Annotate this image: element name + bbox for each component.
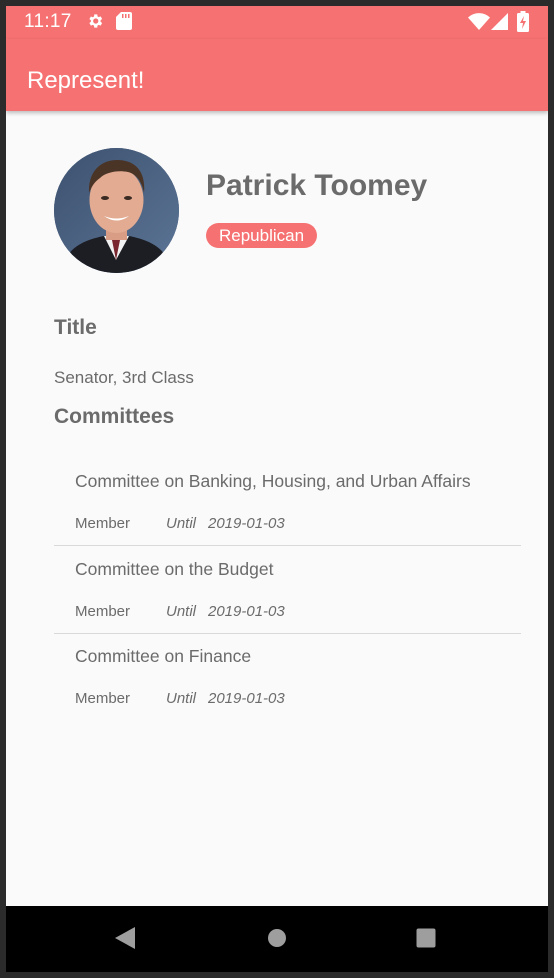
status-bar: 11:17 [6,6,548,39]
title-value: Senator, 3rd Class [54,368,194,387]
battery-charging-icon [517,11,529,37]
committee-until-date: 2019-01-03 [208,690,285,707]
committee-role: Member [75,603,131,620]
party-badge: Republican [206,223,318,248]
committee-until-label: Until [166,603,197,620]
legislator-detail: Patrick Toomey Republican Title Senator,… [6,111,548,906]
sd-card-icon [116,12,132,35]
committee-name: Committee on the Budget [75,559,274,579]
committee-name: Committee on Banking, Housing, and Urban… [75,471,471,491]
committee-role: Member [75,690,131,707]
committee-role: Member [75,515,131,532]
settings-icon [86,12,104,35]
title-heading: Title [54,316,97,339]
committee-item[interactable]: Committee on Banking, Housing, and Urban… [54,458,521,546]
signal-icon [491,13,508,35]
back-icon[interactable] [114,926,136,955]
status-time: 11:17 [24,11,72,32]
recents-icon[interactable] [416,928,436,953]
app-title: Represent! [27,67,145,94]
avatar [54,148,179,273]
navigation-bar [6,906,548,972]
committee-until-label: Until [166,515,197,532]
committees-heading: Committees [54,405,175,428]
committee-item[interactable]: Committee on the Budget Member Until 201… [54,546,521,634]
device-screen: 11:17 Represent! Patrick Toomey Republic… [6,6,548,972]
home-icon[interactable] [267,928,287,953]
app-bar: Represent! [6,39,548,111]
committee-until-label: Until [166,690,197,707]
committee-until-date: 2019-01-03 [208,515,285,532]
committee-name: Committee on Finance [75,646,252,666]
wifi-icon [468,13,490,35]
committee-item[interactable]: Committee on Finance Member Until 2019-0… [54,633,521,720]
legislator-name: Patrick Toomey [206,169,428,202]
committee-until-date: 2019-01-03 [208,603,285,620]
